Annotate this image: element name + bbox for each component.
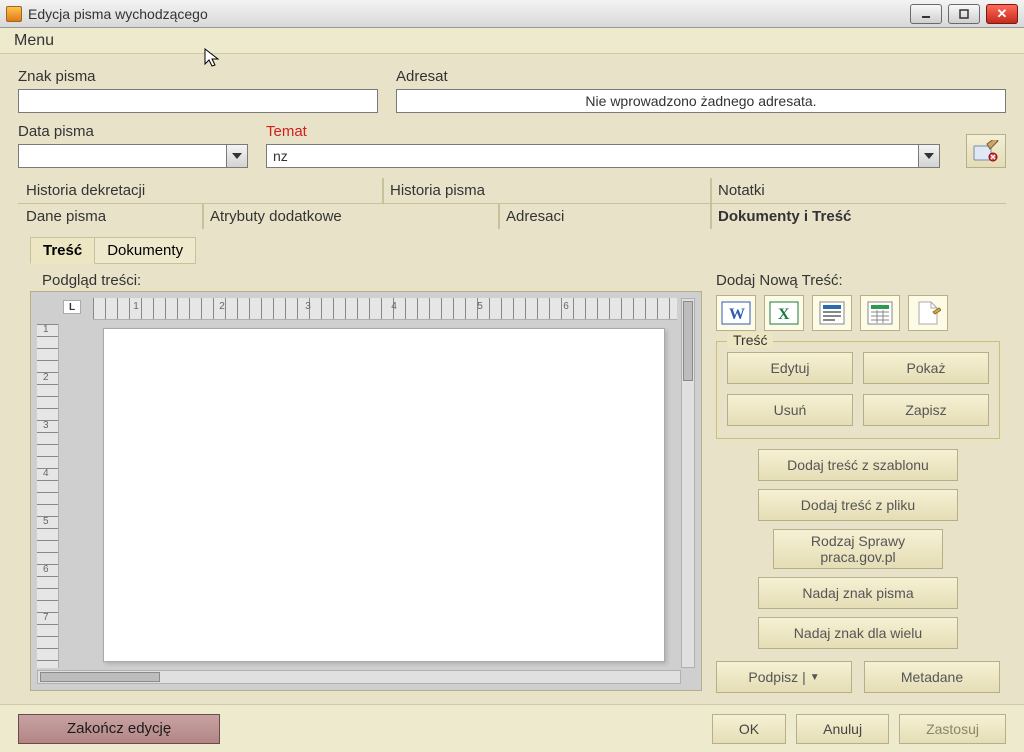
writer-icon [818, 300, 846, 326]
data-label: Data pisma [18, 123, 248, 140]
new-word-button[interactable]: W [716, 295, 756, 331]
data-input[interactable] [18, 144, 226, 168]
ruler-num: 5 [437, 301, 523, 312]
close-button[interactable]: ✕ [986, 4, 1018, 24]
zastosuj-button[interactable]: Zastosuj [899, 714, 1006, 744]
rodzaj-sprawy-label: Rodzaj Sprawy praca.gov.pl [782, 533, 934, 565]
dodaj-szablon-button[interactable]: Dodaj treść z szablonu [758, 449, 958, 481]
ruler-num: 1 [93, 301, 179, 312]
inner-panel: Treść Dokumenty Podgląd treści: L 1 2 3 … [30, 237, 1000, 693]
word-icon: W [721, 300, 751, 326]
pokaz-button[interactable]: Pokaż [863, 352, 989, 384]
subtab-tresc[interactable]: Treść [30, 237, 95, 264]
ruler-num: 1 [43, 324, 49, 372]
ruler-num: 5 [43, 516, 49, 564]
zapisz-button[interactable]: Zapisz [863, 394, 989, 426]
app-icon [6, 6, 22, 22]
temat-dropdown-button[interactable] [918, 144, 940, 168]
tresc-group-title: Treść [727, 332, 773, 348]
ruler-num: 4 [351, 301, 437, 312]
nadaj-znak-button[interactable]: Nadaj znak pisma [758, 577, 958, 609]
tresc-group: Treść Edytuj Pokaż Usuń Zapisz [716, 341, 1000, 439]
dodaj-plik-button[interactable]: Dodaj treść z pliku [758, 489, 958, 521]
edit-topic-button[interactable] [966, 134, 1006, 168]
metadane-button[interactable]: Metadane [864, 661, 1000, 693]
content-area: Znak pisma Adresat Data pisma Temat [0, 54, 1024, 701]
edytuj-button[interactable]: Edytuj [727, 352, 853, 384]
anuluj-button[interactable]: Anuluj [796, 714, 889, 744]
chevron-down-icon [232, 153, 242, 159]
ruler-num: 3 [265, 301, 351, 312]
new-calc-button[interactable] [860, 295, 900, 331]
ok-button[interactable]: OK [712, 714, 786, 744]
rodzaj-sprawy-button[interactable]: Rodzaj Sprawy praca.gov.pl [773, 529, 943, 569]
preview-label: Podgląd treści: [42, 272, 702, 289]
podpisz-button[interactable]: Podpisz | ▼ [716, 661, 852, 693]
usun-button[interactable]: Usuń [727, 394, 853, 426]
tab-atrybuty[interactable]: Atrybuty dodatkowe [202, 204, 498, 229]
nadaj-wielu-button[interactable]: Nadaj znak dla wielu [758, 617, 958, 649]
chevron-down-icon [924, 153, 934, 159]
calc-icon [866, 300, 894, 326]
ruler-num: 2 [43, 372, 49, 420]
zakoncz-button[interactable]: Zakończ edycję [18, 714, 220, 744]
adresat-input[interactable] [396, 89, 1006, 113]
preview-box: L 1 2 3 4 5 6 [30, 291, 702, 691]
footer: Zakończ edycję OK Anuluj Zastosuj [0, 704, 1024, 752]
subtab-dokumenty[interactable]: Dokumenty [94, 237, 196, 264]
window-title: Edycja pisma wychodzącego [28, 6, 910, 22]
titlebar: Edycja pisma wychodzącego ✕ [0, 0, 1024, 28]
ruler-num: 6 [43, 564, 49, 612]
temat-input[interactable] [266, 144, 918, 168]
ruler-num: 3 [43, 420, 49, 468]
document-page[interactable] [103, 328, 665, 662]
menu-item[interactable]: Menu [14, 32, 54, 50]
maximize-icon [959, 9, 969, 19]
scrollbar-horizontal[interactable] [37, 670, 681, 684]
minimize-button[interactable] [910, 4, 942, 24]
temat-label: Temat [266, 123, 940, 140]
minimize-icon [921, 9, 931, 19]
scrollbar-vertical[interactable] [681, 298, 695, 668]
svg-text:X: X [778, 306, 790, 323]
tab-notatki[interactable]: Notatki [710, 178, 970, 203]
znak-label: Znak pisma [18, 68, 378, 85]
edit-icon [973, 140, 999, 162]
ruler-num: 2 [179, 301, 265, 312]
new-writer-button[interactable] [812, 295, 852, 331]
new-excel-button[interactable]: X [764, 295, 804, 331]
tab-adresaci[interactable]: Adresaci [498, 204, 710, 229]
maximize-button[interactable] [948, 4, 980, 24]
tab-dokumenty-tresc[interactable]: Dokumenty i Treść [710, 204, 1006, 229]
znak-input[interactable] [18, 89, 378, 113]
ruler-horizontal: 1 2 3 4 5 6 [93, 298, 677, 320]
window-controls: ✕ [910, 4, 1018, 24]
ruler-num: 4 [43, 468, 49, 516]
ruler-num: 7 [43, 612, 49, 660]
page-marker: L [63, 300, 81, 314]
close-icon: ✕ [997, 6, 1008, 22]
new-blank-button[interactable] [908, 295, 948, 331]
adresat-label: Adresat [396, 68, 1006, 85]
tab-dane-pisma[interactable]: Dane pisma [18, 204, 202, 229]
data-dropdown-button[interactable] [226, 144, 248, 168]
svg-text:W: W [729, 306, 745, 323]
chevron-down-icon: ▼ [810, 672, 820, 683]
ruler-vertical: 1 2 3 4 5 6 7 [37, 324, 59, 668]
menubar: Menu [0, 28, 1024, 54]
tabs: Historia dekretacji Historia pisma Notat… [18, 178, 1006, 229]
ruler-num: 6 [523, 301, 609, 312]
blank-doc-icon [915, 300, 941, 326]
excel-icon: X [769, 300, 799, 326]
add-content-label: Dodaj Nową Treść: [716, 272, 1000, 289]
tab-historia-dekretacji[interactable]: Historia dekretacji [18, 178, 382, 203]
tab-historia-pisma[interactable]: Historia pisma [382, 178, 710, 203]
podpisz-label: Podpisz | [748, 669, 805, 685]
